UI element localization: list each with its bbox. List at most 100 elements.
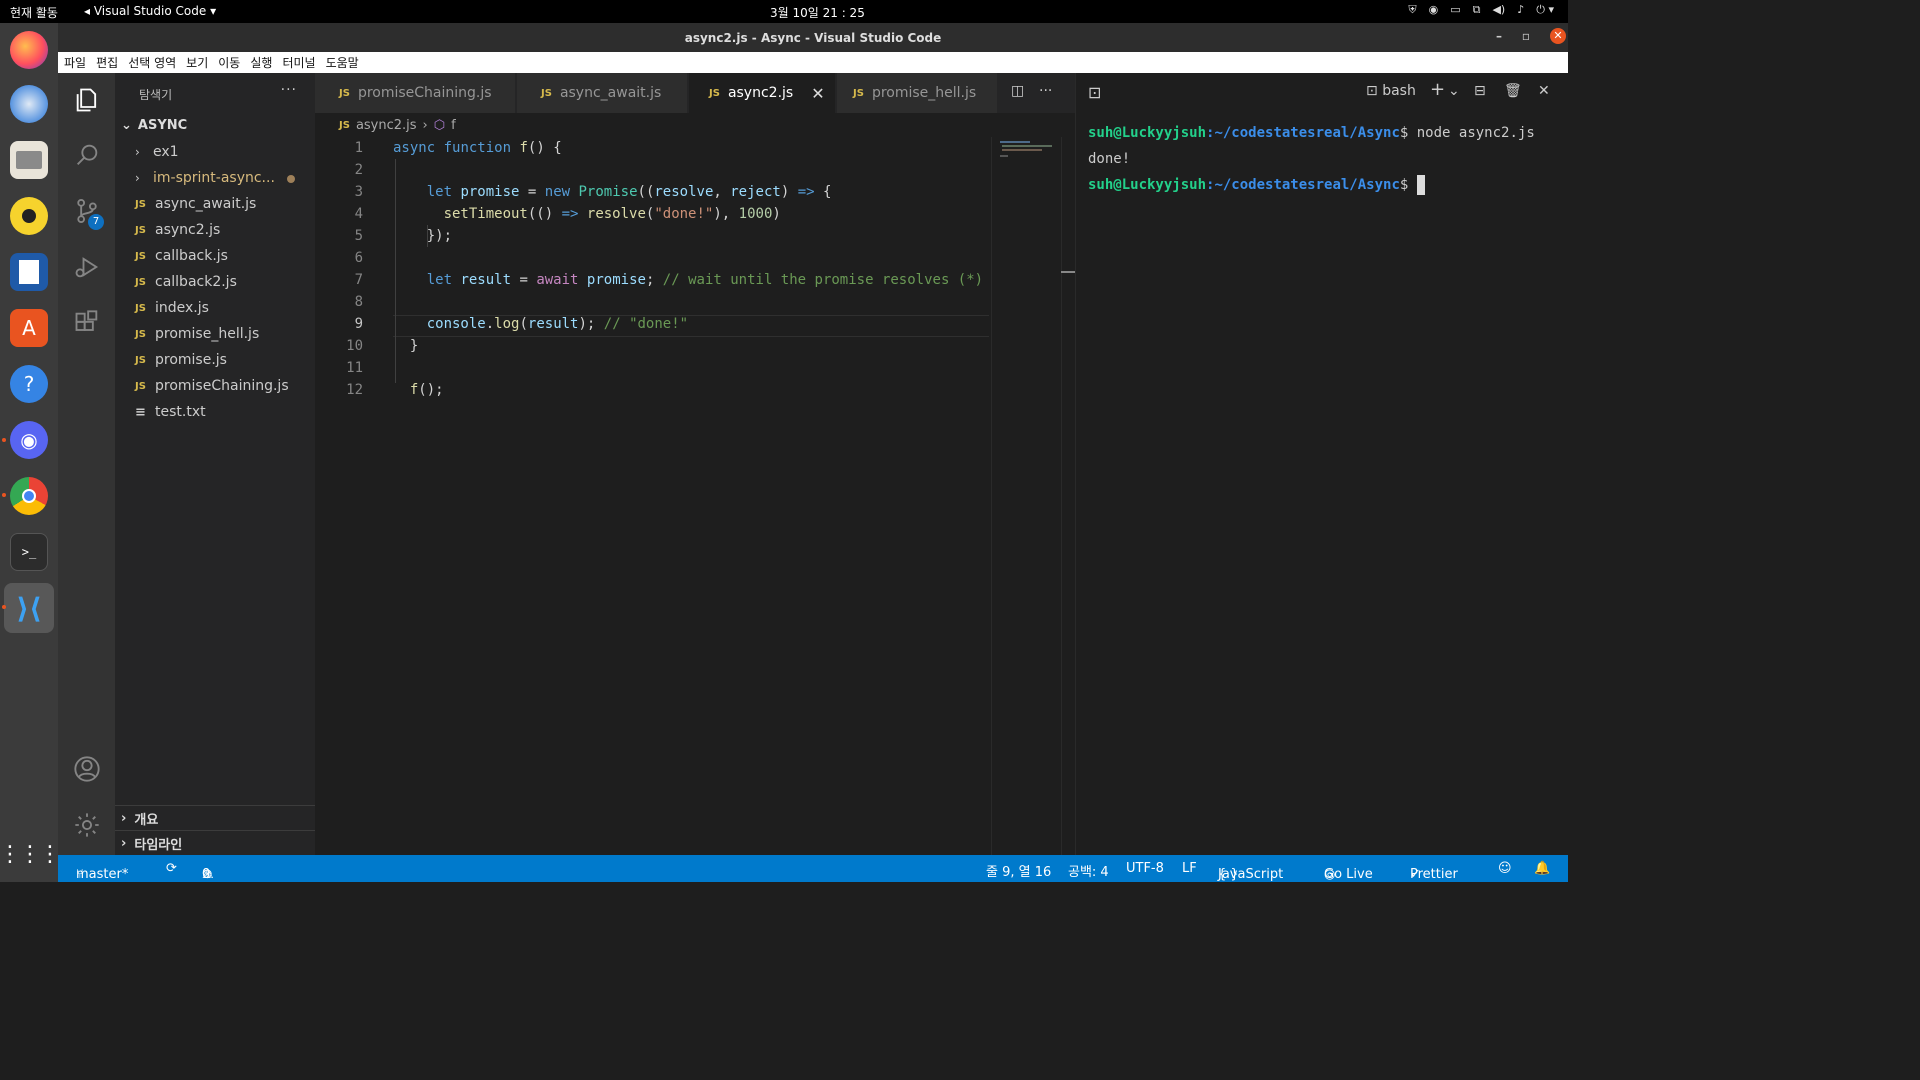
writer-icon[interactable]: [10, 253, 48, 291]
split-editor-icon[interactable]: ◫: [1011, 83, 1024, 99]
source-control-icon[interactable]: 7: [58, 187, 115, 235]
running-indicator: [2, 605, 6, 609]
tree-file[interactable]: JS async_await.js: [115, 191, 315, 217]
tree-item-label: callback.js: [155, 248, 228, 264]
minimize-icon[interactable]: –: [1496, 29, 1502, 43]
app-menu[interactable]: ◂ Visual Studio Code ▾: [84, 4, 216, 18]
prettier-label: Prettier: [1410, 867, 1458, 882]
line-number: 2: [354, 162, 363, 178]
shell-label: bash: [1382, 83, 1416, 99]
trash-icon[interactable]: 🗑: [1504, 83, 1522, 99]
cursor-position[interactable]: 줄 9, 열 16: [986, 861, 1051, 880]
menu-edit[interactable]: 편집: [96, 54, 118, 71]
keyboard-icon: ▭: [1450, 3, 1461, 16]
window-titlebar[interactable]: async2.js - Async - Visual Studio Code –…: [58, 23, 1568, 52]
workspace-folder[interactable]: ⌄ ASYNC: [121, 118, 187, 133]
tab-label: async2.js: [727, 85, 794, 101]
bell-icon[interactable]: 🔔: [1534, 861, 1550, 876]
tree-file[interactable]: ≡ test.txt: [115, 399, 315, 425]
js-file-icon: JS: [135, 250, 146, 262]
encoding-status[interactable]: UTF-8: [1126, 861, 1164, 876]
rhythmbox-icon[interactable]: [10, 197, 48, 235]
tab-promise-hell[interactable]: JS promise_hell.js: [837, 73, 997, 113]
line-number: 3: [354, 184, 363, 200]
more-actions-icon[interactable]: ···: [281, 82, 297, 98]
terminal-icon[interactable]: ⊡: [1088, 83, 1101, 102]
menu-help[interactable]: 도움말: [326, 54, 359, 71]
show-apps-icon[interactable]: ⋮⋮⋮: [0, 835, 61, 873]
tab-async2[interactable]: JS async2.js ✕: [689, 73, 835, 113]
eol-status[interactable]: LF: [1182, 861, 1197, 876]
run-debug-icon[interactable]: [58, 243, 115, 291]
menu-view[interactable]: 보기: [186, 54, 208, 71]
tab-async-await[interactable]: JS async_await.js: [517, 73, 687, 113]
js-file-icon: JS: [135, 198, 146, 210]
menu-go[interactable]: 이동: [218, 54, 240, 71]
tree-file[interactable]: JS index.js: [115, 295, 315, 321]
close-tab-icon[interactable]: ✕: [811, 84, 824, 103]
tree-folder-im-sprint[interactable]: › im-sprint-async...: [115, 165, 315, 191]
activities-button[interactable]: 현재 활동: [10, 4, 58, 21]
files-icon[interactable]: [10, 141, 48, 179]
terminal-app-icon[interactable]: >_: [10, 533, 48, 571]
discord-icon[interactable]: ◉: [10, 421, 48, 459]
more-actions-icon[interactable]: ···: [1039, 83, 1052, 99]
software-center-icon[interactable]: A: [10, 309, 48, 347]
sync-icon[interactable]: ⟳: [166, 861, 177, 876]
line-number: 1: [354, 140, 363, 156]
code-editor[interactable]: 1 async function f() { 2 3 let promise = …: [315, 137, 995, 855]
menu-run[interactable]: 실행: [250, 54, 272, 71]
status-bar: ⑂ master* ⟳ ⊗ 0 ⚠ 0 줄 9, 열 16 공백: 4 UTF-…: [58, 855, 1568, 882]
menu-selection[interactable]: 선택 영역: [128, 54, 176, 71]
new-terminal-icon[interactable]: +: [1430, 79, 1445, 100]
tree-file[interactable]: JS callback.js: [115, 243, 315, 269]
firefox-icon[interactable]: [10, 31, 48, 69]
breadcrumb-symbol[interactable]: f: [451, 118, 456, 133]
terminal-shell-dropdown[interactable]: ⊡ bash: [1366, 83, 1416, 99]
search-icon[interactable]: [58, 131, 115, 179]
settings-gear-icon[interactable]: [58, 801, 115, 849]
outline-section[interactable]: › 개요: [115, 805, 315, 830]
tree-file[interactable]: JS async2.js: [115, 217, 315, 243]
timeline-section[interactable]: › 타임라인: [115, 830, 315, 855]
line-number: 6: [354, 250, 363, 266]
indentation-status[interactable]: 공백: 4: [1068, 861, 1109, 880]
menu-terminal[interactable]: 터미널: [282, 54, 315, 71]
help-icon[interactable]: ?: [10, 365, 48, 403]
menu-file[interactable]: 파일: [64, 54, 86, 71]
clock[interactable]: 3월 10일 21 : 25: [770, 4, 865, 21]
tab-promiseChaining[interactable]: JS promiseChaining.js: [315, 73, 515, 113]
breadcrumb-file[interactable]: async2.js: [356, 118, 417, 133]
restore-icon[interactable]: ▫: [1522, 29, 1530, 43]
tree-file[interactable]: JS promise_hell.js: [115, 321, 315, 347]
js-file-icon: JS: [339, 119, 350, 131]
explorer-icon[interactable]: [58, 76, 115, 124]
chevron-down-icon[interactable]: ⌄: [1448, 83, 1460, 99]
terminal-line: suh@Luckyyjsuh:~/codestatesreal/Async$: [1088, 175, 1425, 195]
close-window-button[interactable]: ✕: [1550, 28, 1566, 44]
line-number: 12: [346, 382, 363, 398]
feedback-icon[interactable]: ☺: [1498, 861, 1512, 876]
tree-file[interactable]: JS callback2.js: [115, 269, 315, 295]
split-terminal-icon[interactable]: ⊟: [1474, 83, 1486, 99]
explorer-sidebar: 탐색기 ··· ⌄ ASYNC › ex1 › im-sprint-async..…: [115, 73, 315, 855]
explorer-header: 탐색기: [139, 88, 173, 102]
activity-bar: 7: [58, 73, 115, 855]
thunderbird-icon[interactable]: [10, 85, 48, 123]
tree-folder-ex1[interactable]: › ex1: [115, 139, 315, 165]
editor-scrollbar[interactable]: [1061, 137, 1077, 855]
tree-file[interactable]: JS promise.js: [115, 347, 315, 373]
vscode-dock-icon[interactable]: ⟩⟨: [4, 583, 54, 633]
discord-tray-icon: ◉: [1428, 3, 1439, 16]
shield-icon: ⛨: [1408, 3, 1417, 16]
tree-file[interactable]: JS promiseChaining.js: [115, 373, 315, 399]
symbol-function-icon: ⬡: [433, 117, 446, 133]
accounts-icon[interactable]: [58, 745, 115, 793]
terminal-output: done!: [1088, 151, 1131, 167]
extensions-icon[interactable]: [58, 299, 115, 347]
terminal-panel[interactable]: ⊡ ⊡ bash + ⌄ ⊟ 🗑 ✕ suh@Luckyyjsuh:~/code…: [1075, 73, 1568, 855]
minimap[interactable]: [991, 137, 1061, 855]
close-panel-icon[interactable]: ✕: [1538, 83, 1550, 99]
chrome-icon[interactable]: [10, 477, 48, 515]
system-tray[interactable]: ⛨ ◉ ▭ ⧉ ◀) ♪ ⏻ ▾: [1408, 3, 1554, 17]
